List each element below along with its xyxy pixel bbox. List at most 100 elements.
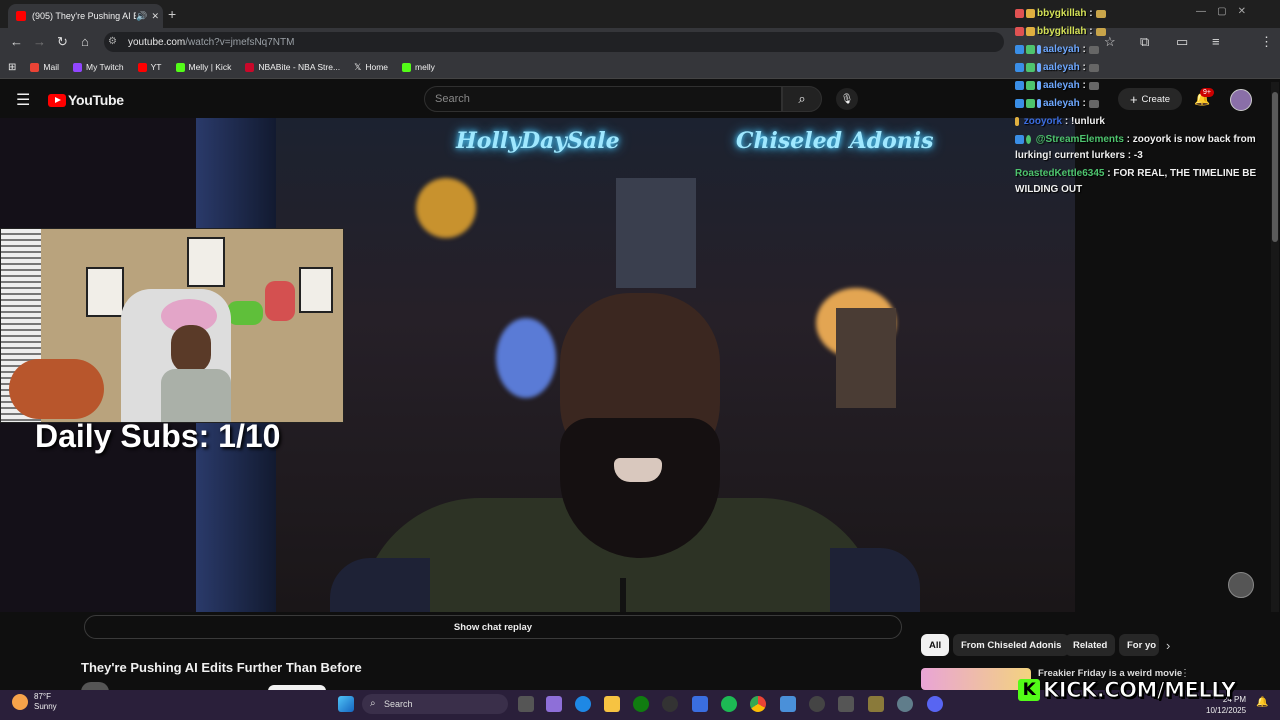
show-chat-replay-button[interactable]: Show chat replay: [84, 615, 902, 639]
chat-separator: :: [1123, 134, 1133, 145]
lamp-light: [416, 178, 476, 238]
new-tab-button[interactable]: +: [168, 6, 176, 22]
chat-text: FOR REAL, THE TIMELINE BE: [1113, 168, 1257, 179]
bookmark-melly-kick[interactable]: Melly | Kick: [175, 62, 232, 72]
bookmark-melly[interactable]: melly: [402, 62, 435, 72]
wall-frame: [616, 178, 696, 288]
bookmark-label: NBABite - NBA Stre...: [258, 62, 341, 72]
chevron-right-icon[interactable]: ›: [1166, 638, 1170, 653]
spotify-icon[interactable]: [721, 696, 737, 712]
kick-url-text: KICK.COM/MELLY: [1043, 678, 1237, 703]
bookmark-home[interactable]: 𝕏 Home: [354, 62, 388, 73]
reload-icon[interactable]: ↻: [57, 34, 68, 50]
apps-grid-icon[interactable]: ⊞: [8, 62, 16, 73]
media-player-icon[interactable]: [809, 696, 825, 712]
chip-all[interactable]: All: [921, 634, 950, 656]
back-icon[interactable]: ←: [10, 34, 23, 49]
search-button[interactable]: ⌕: [782, 86, 822, 112]
discord-icon[interactable]: [927, 696, 943, 712]
copilot-icon[interactable]: [546, 696, 562, 712]
chat-message: RoastedKettle6345 : FOR REAL, THE TIMELI…: [1015, 168, 1256, 179]
chip-related[interactable]: Related: [1065, 634, 1116, 656]
voice-search-icon[interactable]: 🎙: [836, 88, 858, 110]
taskbar-search[interactable]: Search: [362, 694, 508, 714]
emote-icon: [1095, 27, 1106, 36]
badge-icon: [1015, 99, 1024, 108]
chip-from-channel[interactable]: From Chiseled Adonis: [953, 634, 1070, 656]
taskbar-search-label: Search: [384, 699, 413, 709]
hamburger-menu-icon[interactable]: ☰: [16, 90, 30, 110]
search-input[interactable]: Search: [424, 86, 782, 112]
gmail-icon: [30, 62, 40, 72]
url-field[interactable]: youtube.com/watch?v=jmefsNq7NTM: [104, 32, 1004, 52]
youtube-logo[interactable]: YouTube: [48, 92, 124, 108]
chip-for-you[interactable]: For yo: [1119, 634, 1159, 656]
badge-icon: [1015, 135, 1024, 144]
app-icon[interactable]: [838, 696, 854, 712]
weather-widget[interactable]: 87°F Sunny: [12, 692, 57, 712]
chat-message: aaleyah :: [1015, 62, 1099, 73]
video-title: They're Pushing AI Edits Further Than Be…: [81, 660, 362, 675]
chat-text: WILDING OUT: [1015, 184, 1083, 195]
edge-icon[interactable]: [575, 696, 591, 712]
xbox-icon[interactable]: [633, 696, 649, 712]
emote-icon: [1088, 63, 1099, 72]
settings-icon[interactable]: [897, 696, 913, 712]
sun-icon: [12, 694, 28, 710]
forward-icon[interactable]: →: [33, 34, 46, 49]
bookmark-label: Melly | Kick: [188, 62, 232, 72]
wall-poster: [86, 267, 124, 317]
chat-message: bbygkillah :: [1015, 8, 1106, 19]
bean-bag: [9, 359, 104, 419]
audio-icon[interactable]: 🔊: [136, 11, 147, 22]
chrome-icon[interactable]: [750, 696, 766, 712]
task-view-icon[interactable]: [518, 696, 534, 712]
chat-username: bbygkillah: [1037, 8, 1087, 19]
bookmark-nbabite[interactable]: NBABite - NBA Stre...: [245, 62, 340, 72]
site-info-icon[interactable]: ⚙: [108, 36, 117, 47]
windows-start-icon[interactable]: [338, 696, 354, 712]
bookmark-my-twitch[interactable]: My Twitch: [72, 62, 124, 72]
chat-username: aaleyah: [1043, 98, 1080, 109]
store-icon[interactable]: [692, 696, 708, 712]
chat-message: aaleyah :: [1015, 98, 1099, 109]
related-video-thumbnail[interactable]: [921, 668, 1031, 690]
chat-message: zooyork : !unlurk: [1015, 116, 1105, 127]
search-placeholder: Search: [435, 93, 470, 105]
wall-poster: [299, 267, 333, 313]
bookmark-label: My Twitch: [85, 62, 124, 72]
search-icon: ⌕: [370, 698, 376, 709]
badge-icon: [1026, 27, 1035, 36]
home-icon[interactable]: ⌂: [81, 34, 89, 49]
stream-chat-overlay: bbygkillah : bbygkillah : aaleyah : aale…: [1015, 0, 1280, 200]
browser-tab[interactable]: (905) They're Pushing AI Edit 🔊 ✕: [8, 4, 163, 28]
chat-text: lurking! current lurkers : -3: [1015, 150, 1143, 161]
file-explorer-icon[interactable]: [604, 696, 620, 712]
bookmark-yt[interactable]: YT: [137, 62, 162, 72]
chat-message: aaleyah :: [1015, 80, 1099, 91]
bookmark-label: melly: [415, 62, 435, 72]
badge-icon: [1015, 9, 1024, 18]
badge-icon: [1015, 81, 1024, 90]
app-icon[interactable]: [868, 696, 884, 712]
badge-icon: [1015, 63, 1024, 72]
badge-icon: [1037, 99, 1041, 108]
jacket-zipper: [620, 578, 626, 612]
badge-icon: [1015, 27, 1024, 36]
close-tab-icon[interactable]: ✕: [151, 11, 159, 22]
channel-watermark-icon[interactable]: [1228, 572, 1254, 598]
bookmark-mail[interactable]: Mail: [30, 62, 59, 72]
chat-username: aaleyah: [1043, 80, 1080, 91]
streamer-face: [171, 325, 211, 373]
nba-icon: [245, 62, 255, 72]
youtube-favicon-icon: [16, 11, 26, 21]
chat-message: aaleyah :: [1015, 44, 1099, 55]
steam-icon[interactable]: [662, 696, 678, 712]
photos-icon[interactable]: [780, 696, 796, 712]
webcam-overlay: [0, 228, 344, 423]
shelf-light: [496, 318, 556, 398]
badge-icon: [1026, 45, 1035, 54]
notifications-icon[interactable]: 🔔: [1256, 697, 1268, 708]
badge-icon: [1037, 81, 1041, 90]
chat-text: zooyork is now back from: [1132, 134, 1256, 145]
